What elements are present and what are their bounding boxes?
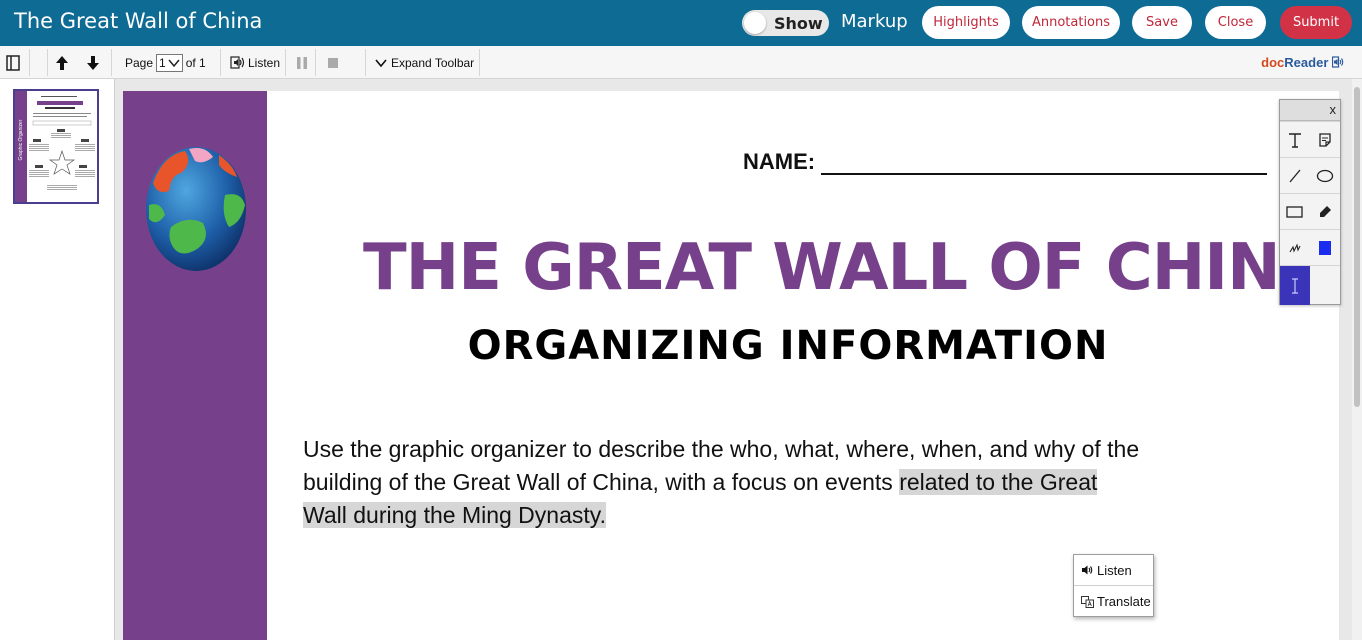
document-title: THE GREAT WALL OF CHINA (363, 231, 1329, 305)
palette-header[interactable]: x (1280, 100, 1340, 121)
app-header: The Great Wall of China Show Markup High… (0, 0, 1362, 46)
annotations-button[interactable]: Annotations (1022, 6, 1120, 39)
instructions-text[interactable]: Use the graphic organizer to describe th… (303, 433, 1143, 532)
freehand-icon[interactable] (1280, 229, 1310, 265)
context-listen-item[interactable]: Listen (1074, 555, 1153, 586)
reader-toolbar: Page 1 of 1 Listen Expand Toolbar docRea… (0, 46, 1362, 79)
context-listen-label: Listen (1097, 562, 1132, 578)
vertical-scrollbar[interactable] (1352, 79, 1362, 640)
speaker-icon (230, 56, 245, 69)
listen-button[interactable]: Listen (230, 46, 280, 79)
translate-icon (1081, 595, 1094, 608)
globe-icon (146, 147, 246, 271)
expand-toolbar-label: Expand Toolbar (391, 55, 475, 70)
thumbnail-sidebar: Graphic Organizer (0, 79, 115, 640)
speaker-icon (1082, 565, 1093, 575)
toggle-label: Show (774, 14, 823, 33)
stop-icon[interactable] (327, 46, 339, 79)
brand-doc: doc (1261, 55, 1285, 70)
color-swatch-icon[interactable] (1310, 229, 1340, 265)
previous-page-icon[interactable] (55, 46, 69, 79)
highlights-button[interactable]: Highlights (922, 6, 1010, 39)
docreader-logo: docReader (1261, 55, 1344, 70)
thumbnail-side-text: Graphic Organizer (18, 119, 24, 161)
brand-reader: Reader (1284, 55, 1329, 70)
expand-toolbar-button[interactable]: Expand Toolbar (374, 46, 474, 79)
page-purple-sidebar (123, 91, 267, 640)
selection-context-menu: Listen Translate (1073, 554, 1154, 617)
chevron-down-icon (375, 58, 387, 67)
name-label: NAME: (743, 149, 816, 174)
close-button[interactable]: Close (1205, 6, 1266, 39)
pause-icon[interactable] (296, 46, 308, 79)
page-label: Page (125, 55, 154, 70)
save-button[interactable]: Save (1132, 6, 1192, 39)
sidebar-toggle-icon[interactable] (6, 46, 20, 79)
thumbnail-preview (29, 96, 95, 190)
submit-button[interactable]: Submit (1280, 6, 1352, 39)
thumbnail-purple-bar: Graphic Organizer (15, 91, 27, 202)
toggle-knob (744, 12, 766, 34)
next-page-icon[interactable] (86, 46, 100, 79)
text-tool-icon[interactable] (1280, 121, 1310, 157)
sticky-note-icon[interactable] (1310, 121, 1340, 157)
chevron-down-icon (168, 59, 180, 67)
page-thumbnail[interactable]: Graphic Organizer (13, 89, 99, 204)
markup-palette: x (1279, 99, 1341, 305)
page-select[interactable]: 1 (156, 53, 183, 72)
context-translate-item[interactable]: Translate (1074, 586, 1153, 617)
ellipse-icon[interactable] (1310, 157, 1340, 193)
show-markup-toggle[interactable]: Show (742, 10, 829, 36)
highlighter-icon[interactable] (1310, 193, 1340, 229)
markup-label: Markup (841, 11, 908, 32)
app-title: The Great Wall of China (14, 9, 263, 33)
listen-label: Listen (248, 55, 281, 70)
scrollbar-thumb[interactable] (1354, 87, 1360, 407)
name-line (821, 173, 1267, 175)
rectangle-icon[interactable] (1280, 193, 1310, 229)
text-cursor-icon[interactable] (1280, 265, 1310, 305)
line-icon[interactable] (1280, 157, 1310, 193)
context-translate-label: Translate (1097, 594, 1151, 609)
document-subtitle: ORGANIZING INFORMATION (467, 323, 1109, 369)
palette-close-button[interactable]: x (1330, 102, 1337, 117)
speaker-icon (1331, 56, 1344, 68)
palette-empty-cell (1310, 265, 1340, 305)
document-page: NAME: THE GREAT WALL OF CHINA ORGANIZING… (123, 91, 1339, 640)
document-viewport[interactable]: NAME: THE GREAT WALL OF CHINA ORGANIZING… (115, 79, 1352, 640)
page-select-value: 1 (159, 55, 166, 70)
page-count: of 1 (185, 55, 206, 70)
